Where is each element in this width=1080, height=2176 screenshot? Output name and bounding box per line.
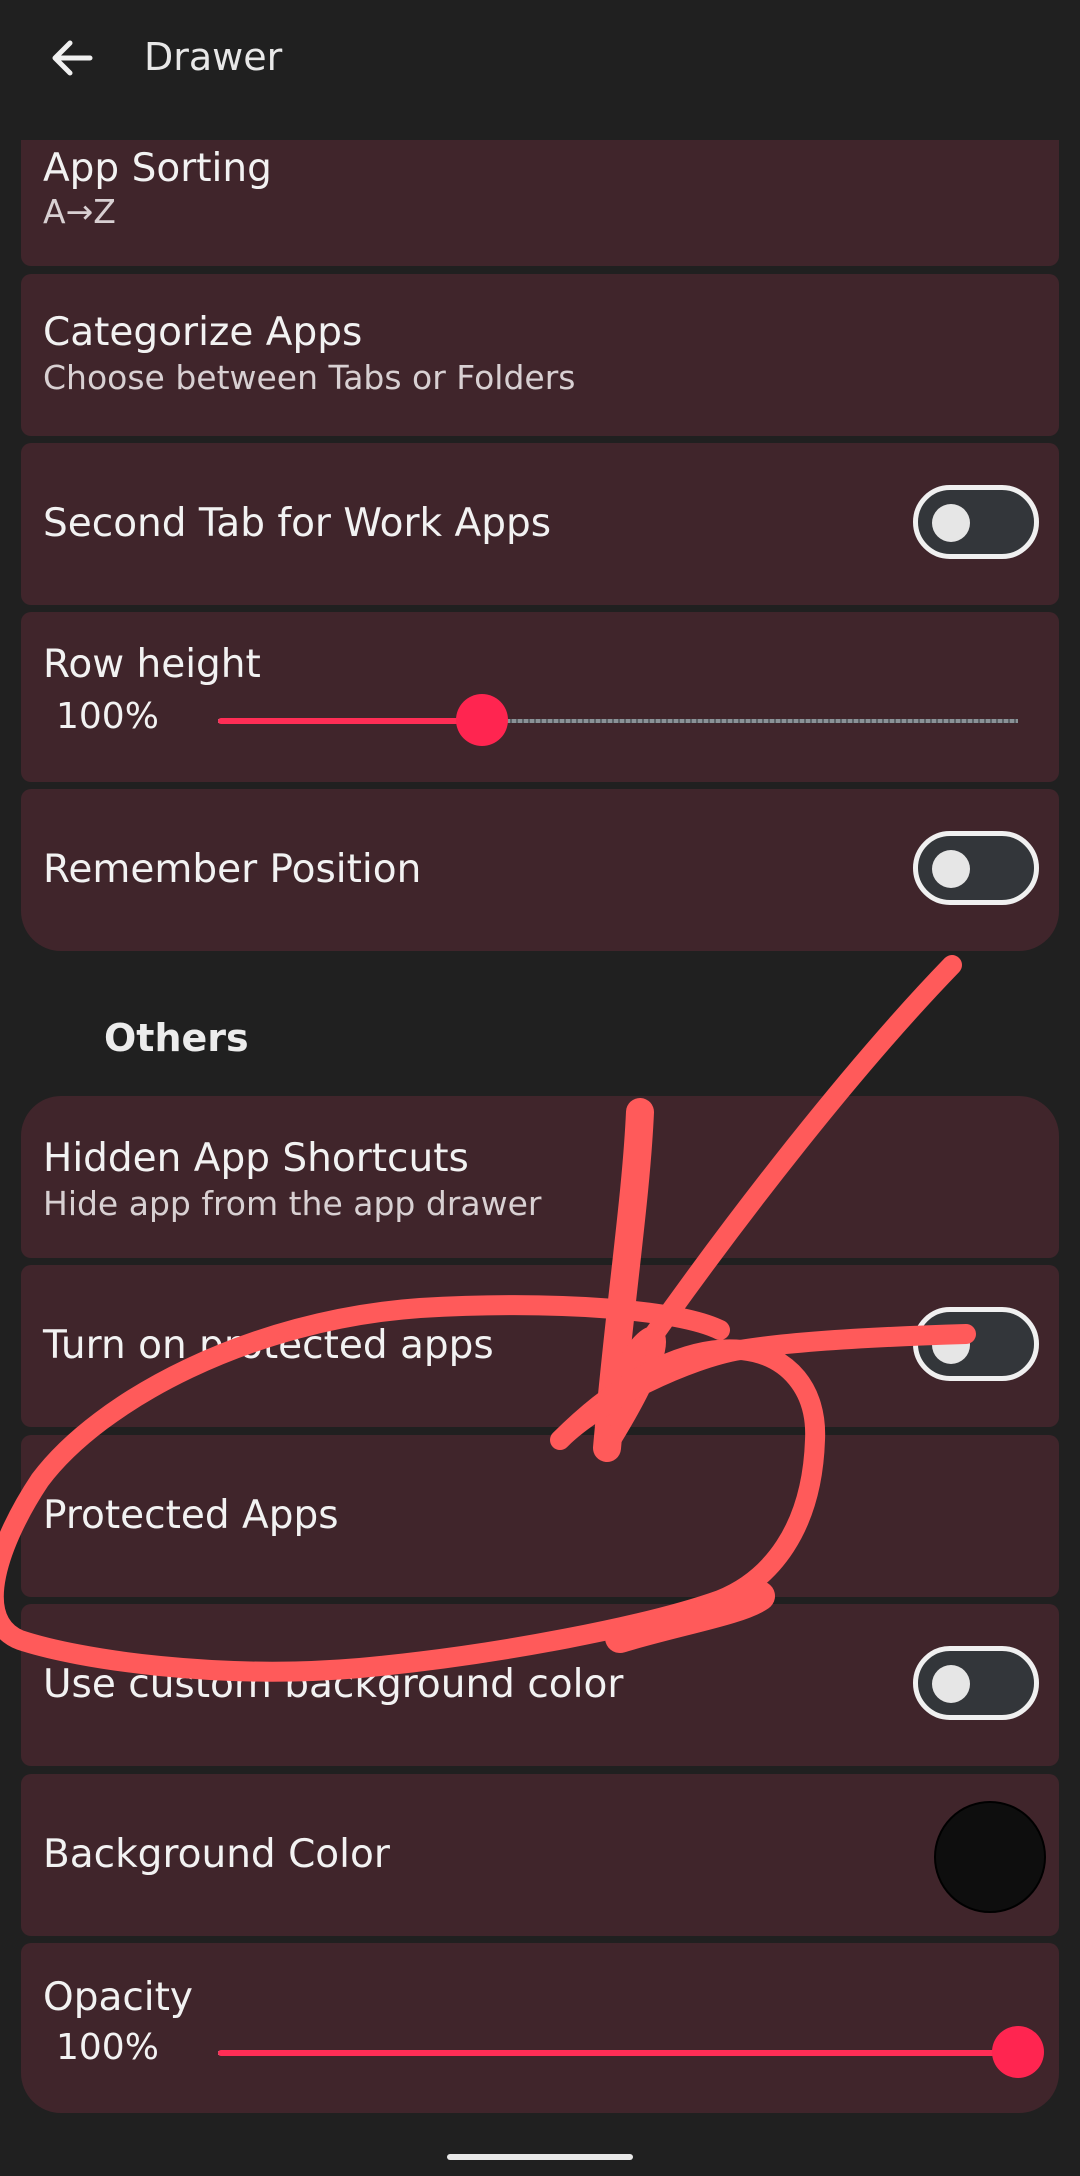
setting-title: Hidden App Shortcuts	[43, 1136, 469, 1181]
gesture-nav-handle[interactable]	[447, 2154, 633, 2160]
slider-fill	[218, 2050, 1018, 2056]
page-title: Drawer	[144, 35, 283, 79]
custom-background-toggle[interactable]	[913, 1646, 1039, 1720]
setting-title: Row height	[43, 642, 261, 687]
setting-title: App Sorting	[43, 146, 272, 191]
setting-hidden-app-shortcuts[interactable]: Hidden App Shortcuts Hide app from the a…	[21, 1096, 1059, 1258]
setting-title: Remember Position	[43, 847, 422, 892]
setting-title: Use custom background color	[43, 1662, 624, 1707]
setting-second-tab-work-apps[interactable]: Second Tab for Work Apps	[21, 443, 1059, 605]
protected-apps-toggle[interactable]	[913, 1307, 1039, 1381]
back-button[interactable]	[40, 26, 104, 90]
setting-title: Background Color	[43, 1832, 390, 1877]
arrow-left-icon	[52, 40, 93, 76]
setting-subtitle: Choose between Tabs or Folders	[43, 358, 576, 397]
setting-row-height: Row height 100%	[21, 612, 1059, 782]
settings-screen: Drawer App Sorting A→Z Categorize Apps C…	[0, 0, 1080, 2176]
opacity-value: 100%	[56, 2027, 159, 2068]
setting-background-color[interactable]: Background Color	[21, 1774, 1059, 1936]
toggle-knob	[932, 1326, 970, 1364]
setting-turn-on-protected-apps[interactable]: Turn on protected apps	[21, 1265, 1059, 1427]
setting-value: A→Z	[43, 192, 116, 231]
setting-title: Categorize Apps	[43, 310, 363, 355]
row-height-value: 100%	[56, 696, 159, 737]
setting-opacity: Opacity 100%	[21, 1943, 1059, 2113]
toggle-knob	[932, 1665, 970, 1703]
opacity-slider[interactable]	[218, 2026, 1044, 2078]
row-height-slider[interactable]	[218, 694, 1018, 746]
setting-title: Turn on protected apps	[43, 1323, 494, 1368]
slider-thumb[interactable]	[992, 2026, 1044, 2078]
setting-protected-apps[interactable]: Protected Apps	[21, 1435, 1059, 1597]
remember-position-toggle[interactable]	[913, 831, 1039, 905]
setting-app-sorting[interactable]: App Sorting A→Z	[21, 140, 1059, 266]
setting-title: Protected Apps	[43, 1493, 339, 1538]
setting-title: Second Tab for Work Apps	[43, 501, 552, 546]
toggle-knob	[932, 850, 970, 888]
setting-categorize-apps[interactable]: Categorize Apps Choose between Tabs or F…	[21, 274, 1059, 436]
setting-title: Opacity	[43, 1975, 194, 2020]
slider-fill	[218, 718, 482, 724]
top-app-bar: Drawer	[0, 0, 1080, 120]
setting-subtitle: Hide app from the app drawer	[43, 1184, 542, 1223]
section-header-others: Others	[104, 1016, 249, 1060]
slider-thumb[interactable]	[456, 694, 508, 746]
color-swatch[interactable]	[934, 1801, 1046, 1913]
work-apps-toggle[interactable]	[913, 485, 1039, 559]
setting-custom-background-color[interactable]: Use custom background color	[21, 1604, 1059, 1766]
toggle-knob	[932, 504, 970, 542]
setting-remember-position[interactable]: Remember Position	[21, 789, 1059, 951]
